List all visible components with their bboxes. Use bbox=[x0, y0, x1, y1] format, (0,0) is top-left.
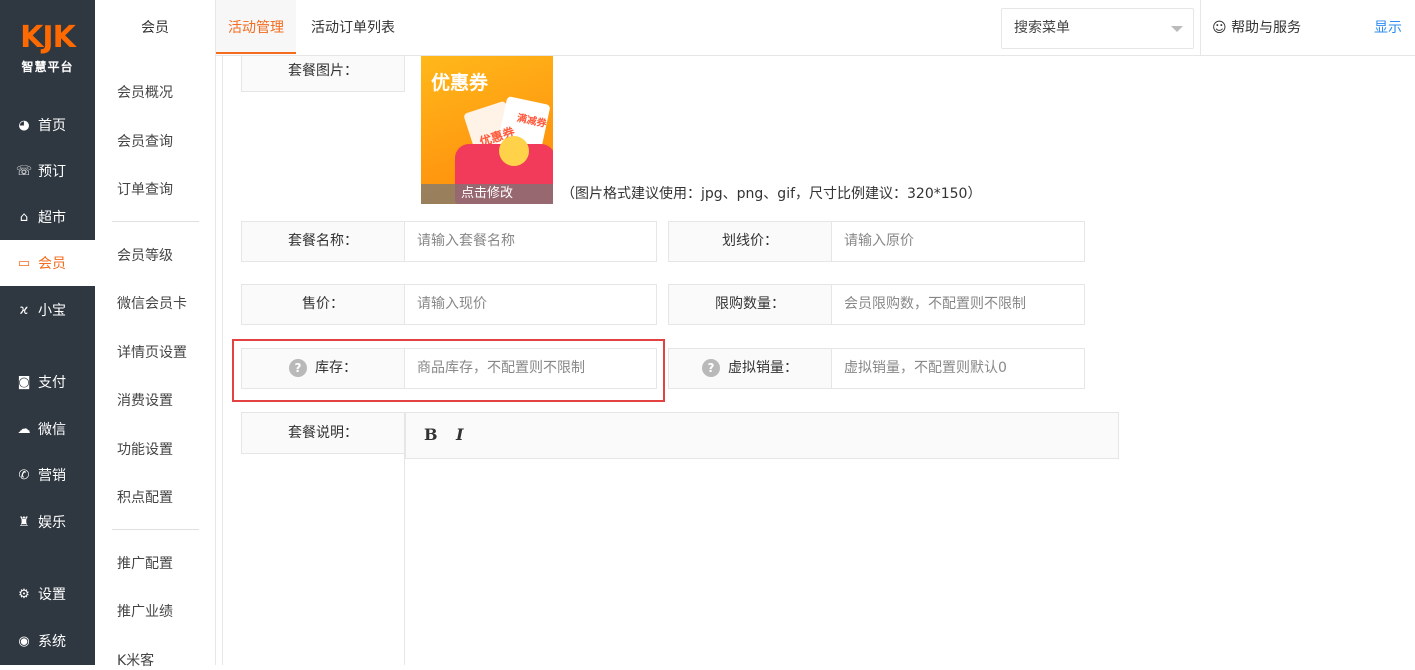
chrome-icon: ◉ bbox=[18, 633, 30, 649]
caret-down-icon bbox=[1171, 26, 1183, 32]
package-name-input[interactable]: 请输入套餐名称 bbox=[404, 221, 657, 262]
nav-item-label: 系统 bbox=[38, 634, 66, 650]
dashboard-icon: ◕ bbox=[18, 117, 30, 133]
help-question-icon[interactable]: ? bbox=[702, 359, 720, 377]
basket-icon: ⌂ bbox=[19, 209, 29, 225]
nav-item-label: 营销 bbox=[38, 468, 66, 484]
nav-item-label: 会员 bbox=[38, 256, 66, 272]
nav-item-8[interactable]: ♜ 娱乐 bbox=[0, 499, 95, 545]
description-label: 套餐说明： bbox=[241, 412, 405, 454]
main-sidebar: KJK 智慧平台 ◕ 首页 ☏ 预订 ⌂ 超市 ▭ 会员 ϰ 小宝 ◙ 支付 ☁ 微信 ✆ 营销 ♜ 娱乐 ⚙ 设置 ◉… bbox=[0, 0, 95, 665]
subnav-item-overview[interactable]: 会员概况 bbox=[117, 82, 173, 102]
show-link[interactable]: 显示 bbox=[1374, 0, 1402, 56]
help-service-link[interactable]: ☺ 帮助与服务 bbox=[1212, 0, 1301, 56]
subnav-item-wechat-card[interactable]: 微信会员卡 bbox=[117, 293, 187, 313]
logo-subtitle: 智慧平台 bbox=[21, 59, 74, 74]
nav-item-7[interactable]: ✆ 营销 bbox=[0, 452, 95, 498]
subnav-heading: 会员 bbox=[141, 20, 169, 36]
nav-item-0[interactable]: ◕ 首页 bbox=[0, 102, 95, 148]
logo: KJK 智慧平台 bbox=[0, 0, 95, 96]
subnav-divider bbox=[112, 529, 199, 530]
price-label: 售价： bbox=[241, 284, 405, 325]
image-label: 套餐图片： bbox=[241, 56, 405, 92]
search-menu-label: 搜索菜单 bbox=[1014, 20, 1070, 36]
nav-item-10[interactable]: ◉ 系统 bbox=[0, 618, 95, 664]
price-input[interactable]: 请输入现价 bbox=[404, 284, 657, 325]
money-icon: ◙ bbox=[17, 374, 31, 390]
nav-item-label: 微信 bbox=[38, 422, 66, 438]
help-label: 帮助与服务 bbox=[1231, 20, 1302, 36]
nav-item-9[interactable]: ⚙ 设置 bbox=[0, 571, 95, 617]
subnav-item-detail-settings[interactable]: 详情页设置 bbox=[117, 342, 187, 362]
image-hint: （图片格式建议使用：jpg、png、gif，尺寸比例建议：320*150） bbox=[561, 186, 982, 202]
card-icon: ▭ bbox=[17, 255, 31, 271]
edit-image-button[interactable]: 点击修改 bbox=[421, 184, 553, 204]
subnav-item-consume-settings[interactable]: 消费设置 bbox=[117, 390, 173, 410]
subnav-item-kmike[interactable]: K米客 bbox=[117, 650, 154, 670]
top-bar: 活动管理 活动订单列表 搜索菜单 ☺ 帮助与服务 显示 bbox=[216, 0, 1415, 56]
xiaobao-icon: ϰ bbox=[19, 302, 29, 318]
original-price-input[interactable]: 请输入原价 bbox=[831, 221, 1085, 262]
logo-mark: KJK bbox=[20, 19, 76, 55]
tab-activity-orders[interactable]: 活动订单列表 bbox=[311, 0, 395, 53]
subnav-item-points-config[interactable]: 积点配置 bbox=[117, 487, 173, 507]
nav-item-1[interactable]: ☏ 预订 bbox=[0, 148, 95, 194]
subnav-item-member-level[interactable]: 会员等级 bbox=[117, 245, 173, 265]
smile-icon: ☺ bbox=[1212, 20, 1227, 36]
nav-item-label: 支付 bbox=[38, 375, 66, 391]
nav-item-label: 设置 bbox=[38, 587, 66, 603]
phone-icon: ☏ bbox=[15, 163, 33, 179]
editor-toolbar: B I bbox=[405, 412, 1119, 459]
search-menu-select[interactable]: 搜索菜单 bbox=[1001, 8, 1194, 49]
purchase-limit-input[interactable]: 会员限购数，不配置则不限制 bbox=[831, 284, 1085, 325]
wechat-icon: ☁ bbox=[17, 421, 31, 437]
original-price-label: 划线价： bbox=[668, 221, 832, 262]
bold-button[interactable]: B bbox=[424, 425, 438, 444]
limit-label: 限购数量： bbox=[668, 284, 832, 325]
subnav-divider bbox=[112, 221, 199, 222]
virtual-sales-label-text: 虚拟销量： bbox=[728, 360, 798, 376]
name-label: 套餐名称： bbox=[241, 221, 405, 262]
nav-item-4[interactable]: ϰ 小宝 bbox=[0, 287, 95, 333]
highlight-box bbox=[232, 339, 665, 402]
italic-button[interactable]: I bbox=[456, 425, 463, 444]
megaphone-icon: ✆ bbox=[18, 467, 30, 483]
subnav-item-promo-performance[interactable]: 推广业绩 bbox=[117, 601, 173, 621]
sub-sidebar: 会员 会员概况 会员查询 订单查询 会员等级 微信会员卡 详情页设置 消费设置 … bbox=[95, 0, 216, 669]
package-image[interactable]: 优惠券 优惠券 满减券 点击修改 bbox=[421, 56, 553, 204]
coin-graphic bbox=[499, 136, 529, 166]
game-icon: ♜ bbox=[18, 514, 30, 530]
description-editor[interactable]: B I bbox=[404, 412, 1119, 665]
nav-item-label: 预订 bbox=[38, 164, 66, 180]
nav-item-6[interactable]: ☁ 微信 bbox=[0, 406, 95, 452]
tab-activity-management[interactable]: 活动管理 bbox=[216, 0, 296, 54]
subnav-item-promo-config[interactable]: 推广配置 bbox=[117, 553, 173, 573]
coupon-title: 优惠券 bbox=[431, 72, 489, 94]
nav-item-label: 娱乐 bbox=[38, 515, 66, 531]
nav-item-5[interactable]: ◙ 支付 bbox=[0, 359, 95, 405]
nav-item-label: 超市 bbox=[38, 210, 66, 226]
subnav-item-order-query[interactable]: 订单查询 bbox=[117, 179, 173, 199]
nav-item-label: 小宝 bbox=[38, 303, 66, 319]
main-content: 套餐图片： 优惠券 优惠券 满减券 点击修改 （图片格式建议使用：jpg、png… bbox=[222, 56, 1415, 665]
gear-icon: ⚙ bbox=[18, 586, 30, 602]
nav-item-2[interactable]: ⌂ 超市 bbox=[0, 194, 95, 240]
virtual-sales-label: ? 虚拟销量： bbox=[668, 348, 832, 389]
subnav-item-function-settings[interactable]: 功能设置 bbox=[117, 439, 173, 459]
subnav-item-member-query[interactable]: 会员查询 bbox=[117, 131, 173, 151]
nav-item-label: 首页 bbox=[38, 118, 66, 134]
divider bbox=[1200, 0, 1201, 56]
virtual-sales-input[interactable]: 虚拟销量，不配置则默认0 bbox=[831, 348, 1085, 389]
nav-item-3[interactable]: ▭ 会员 bbox=[0, 240, 95, 286]
